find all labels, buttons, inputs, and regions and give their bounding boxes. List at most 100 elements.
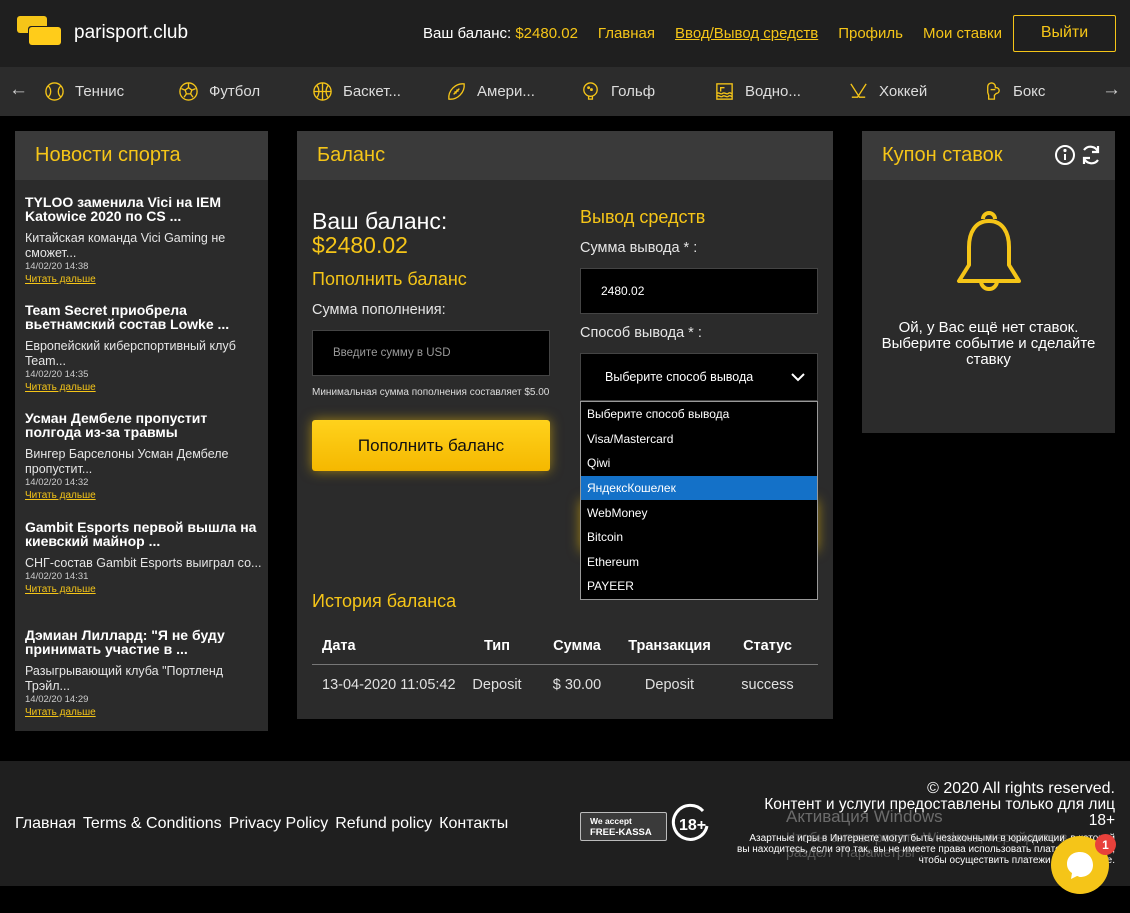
dropdown-option[interactable]: Выберите способ вывода — [581, 402, 817, 427]
column-header: Статус — [717, 628, 818, 665]
dropdown-option[interactable]: Qiwi — [581, 451, 817, 476]
footer-link-home[interactable]: Главная — [15, 815, 76, 833]
sport-hockey[interactable]: Хоккей — [848, 79, 927, 103]
read-more-link[interactable]: Читать дальше — [25, 489, 263, 503]
read-more-link[interactable]: Читать дальше — [25, 583, 263, 597]
badge-line: FREE-KASSA — [590, 827, 652, 838]
dropdown-option[interactable]: Visa/Mastercard — [581, 427, 817, 452]
logout-button[interactable]: Выйти — [1013, 14, 1116, 52]
news-item-date: 14/02/20 14:32 — [25, 477, 89, 488]
dropdown-option[interactable]: Bitcoin — [581, 525, 817, 550]
boxing-glove-icon — [987, 81, 1000, 100]
badge-line: We accept — [590, 816, 632, 826]
news-item-text: Европейский киберспортивный клуб Team... — [25, 339, 236, 368]
news-item-title[interactable]: Дэмиан Лиллард: "Я не буду принимать уча… — [25, 628, 263, 656]
news-item[interactable]: Gambit Esports первой вышла на киевский … — [25, 520, 263, 597]
news-item-text: СНГ-состав Gambit Esports выиграл со... — [25, 556, 262, 570]
news-item-title[interactable]: Gambit Esports первой вышла на киевский … — [25, 520, 263, 548]
withdraw-method-select[interactable]: Выберите способ вывода — [580, 353, 818, 401]
column-header: Сумма — [532, 628, 622, 665]
chat-notification-badge: 1 — [1095, 834, 1116, 855]
news-item[interactable]: Team Secret приобрела вьетнамский состав… — [25, 303, 263, 395]
news-item[interactable]: TYLOO заменила Vici на IEM Katowice 2020… — [25, 195, 263, 287]
sport-label: Баскет... — [343, 82, 401, 100]
footer-link-contacts[interactable]: Контакты — [439, 815, 508, 833]
cell-amount: $ 30.00 — [552, 677, 602, 694]
table-row: 13-04-2020 11:05:42 Deposit $ 30.00 Depo… — [312, 664, 818, 706]
dropdown-option[interactable]: Ethereum — [581, 550, 817, 575]
news-title: Новости спорта — [15, 131, 268, 180]
read-more-link[interactable]: Читать дальше — [25, 381, 263, 395]
balance-title: Баланс — [297, 131, 833, 180]
cell-transaction: Deposit — [644, 677, 695, 694]
coupon-panel: Купон ставок Ой, у Вас ещё нет ставок. В… — [862, 131, 1115, 433]
header-balance: Ваш баланс: $2480.02 — [422, 24, 578, 42]
footer-link-terms[interactable]: Terms & Conditions — [83, 815, 222, 833]
deposit-amount-input[interactable]: Введите сумму в USD — [312, 330, 550, 376]
chevron-down-icon — [791, 373, 805, 382]
news-item-title[interactable]: Усман Дембеле пропустит полгода из-за тр… — [25, 411, 263, 439]
news-item[interactable]: Усман Дембеле пропустит полгода из-за тр… — [25, 411, 263, 503]
news-panel: Новости спорта TYLOO заменила Vici на IE… — [15, 131, 268, 731]
cell-date: 13-04-2020 11:05:42 — [322, 677, 456, 694]
read-more-link[interactable]: Читать дальше — [25, 273, 263, 287]
read-more-link[interactable]: Читать дальше — [25, 706, 263, 720]
column-header: Дата — [312, 628, 462, 665]
news-item[interactable]: Дэмиан Лиллард: "Я не буду принимать уча… — [25, 628, 263, 720]
sport-football[interactable]: Футбол — [178, 79, 260, 103]
news-item-title[interactable]: TYLOO заменила Vici на IEM Katowice 2020… — [25, 195, 263, 223]
refresh-icon[interactable] — [1079, 143, 1103, 167]
history-table: Дата Тип Сумма Транзакция Статус 13-04-2… — [312, 628, 818, 706]
history-title: История баланса — [312, 591, 457, 611]
footer-link-privacy[interactable]: Privacy Policy — [229, 815, 329, 833]
site-name[interactable]: parisport.club — [74, 22, 188, 44]
news-item-text: Разыгрывающий клуба "Портленд Трэйл... — [25, 664, 224, 693]
dropdown-option[interactable]: PAYEER — [581, 574, 817, 599]
basketball-icon — [313, 81, 332, 101]
sport-label: Футбол — [209, 82, 261, 100]
chat-bubble-icon — [1067, 852, 1093, 879]
sport-label: Теннис — [75, 82, 125, 100]
arrow-left-icon[interactable]: ← — [9, 79, 28, 101]
free-kassa-badge[interactable]: We accept FREE-KASSA — [580, 812, 667, 841]
withdraw-method-selected: Выберите способ вывода — [605, 370, 754, 384]
your-balance-label: Ваш баланс: — [312, 208, 448, 234]
header-nav: Ваш баланс: $2480.02 Главная Ввод/Вывод … — [423, 14, 1116, 52]
info-icon[interactable] — [1054, 144, 1076, 166]
news-item-date: 14/02/20 14:31 — [25, 571, 89, 582]
column-header: Транзакция — [622, 628, 717, 665]
sport-label: Амери... — [477, 82, 535, 100]
tennis-ball-icon — [45, 81, 64, 101]
sport-basketball[interactable]: Баскет... — [312, 79, 401, 103]
nav-profile[interactable]: Профиль — [838, 25, 903, 42]
deposit-title: Пополнить баланс — [312, 269, 467, 289]
news-item-date: 14/02/20 14:29 — [25, 694, 89, 705]
min-deposit-note: Минимальная сумма пополнения составляет … — [312, 387, 550, 398]
age-18-icon: 18+ — [671, 803, 709, 841]
news-item-date: 14/02/20 14:35 — [25, 369, 89, 380]
dropdown-option[interactable]: WebMoney — [581, 500, 817, 525]
sport-tennis[interactable]: Теннис — [44, 79, 124, 103]
footer: Главная Terms & Conditions Privacy Polic… — [0, 761, 1130, 886]
coupon-empty-message: Ой, у Вас ещё нет ставок. Выберите событ… — [881, 319, 1096, 368]
sport-boxing[interactable]: Бокс — [982, 79, 1045, 103]
news-item-title[interactable]: Team Secret приобрела вьетнамский состав… — [25, 303, 263, 331]
nav-my-bets[interactable]: Мои ставки — [923, 25, 1002, 42]
footer-link-refund[interactable]: Refund policy — [335, 815, 432, 833]
coupon-title: Купон ставок — [882, 144, 1003, 166]
news-item-text: Китайская команда Vici Gaming не сможет.… — [25, 231, 226, 260]
sport-golf[interactable]: Гольф — [580, 79, 655, 103]
withdraw-method-dropdown[interactable]: Выберите способ вывода Visa/Mastercard Q… — [580, 401, 818, 600]
dropdown-option-highlighted[interactable]: ЯндексКошелек — [581, 475, 817, 501]
logo-icon[interactable] — [17, 16, 61, 46]
arrow-right-icon[interactable]: → — [1102, 79, 1121, 101]
withdraw-method-label: Способ вывода * : — [580, 325, 702, 341]
sport-water[interactable]: Водно... — [714, 79, 801, 103]
withdraw-amount-label: Сумма вывода * : — [580, 240, 698, 256]
nav-home[interactable]: Главная — [598, 25, 655, 42]
sport-american-football[interactable]: Амери... — [446, 79, 535, 103]
coupon-header: Купон ставок — [862, 131, 1115, 180]
withdraw-amount-input[interactable]: 2480.02 — [580, 268, 818, 314]
nav-deposit-withdraw[interactable]: Ввод/Вывод средств — [675, 25, 818, 42]
deposit-button[interactable]: Пополнить баланс — [312, 420, 550, 471]
